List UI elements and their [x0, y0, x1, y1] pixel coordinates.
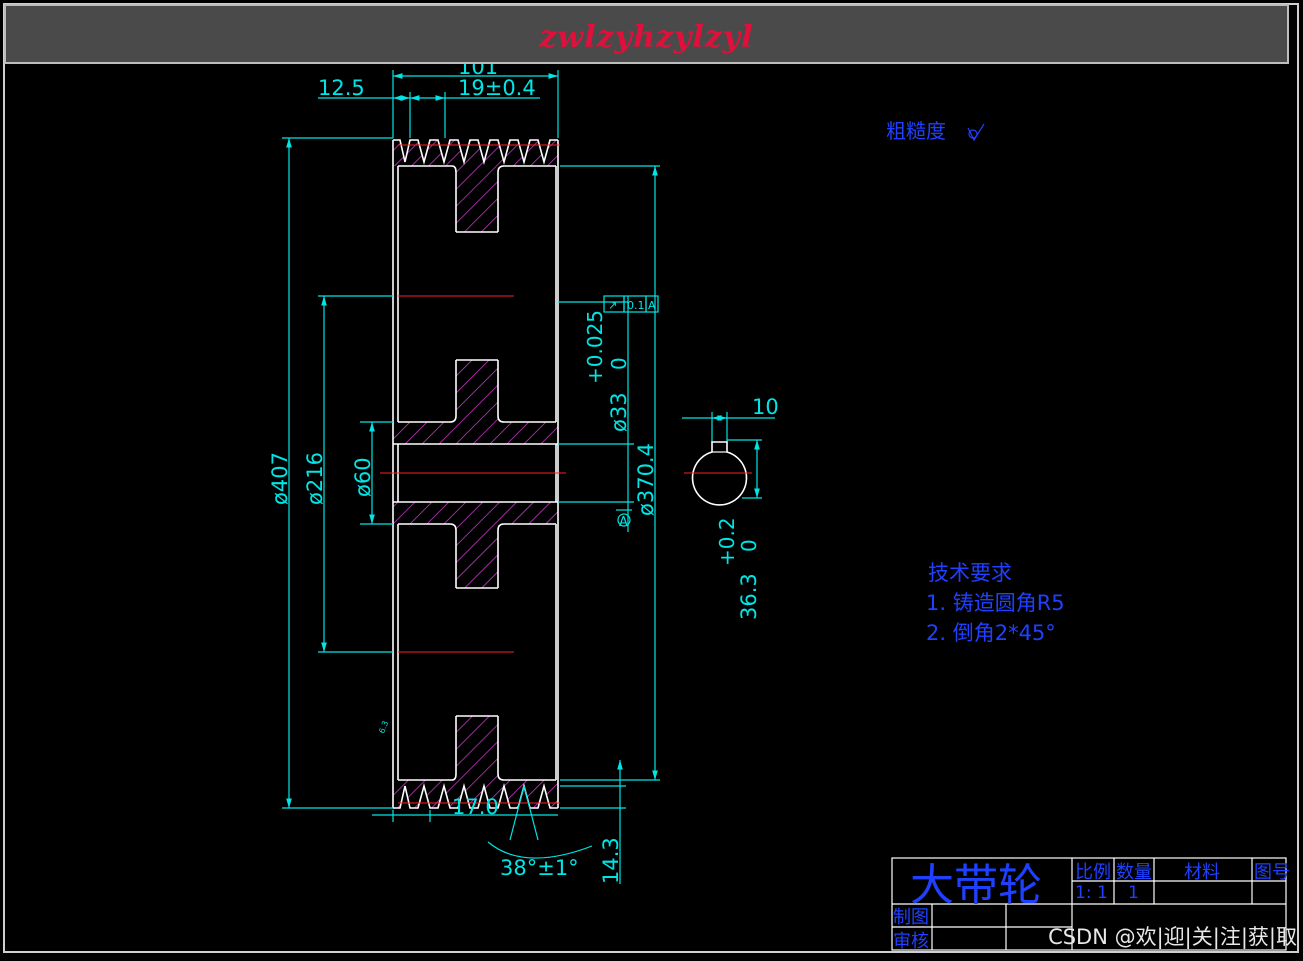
technical-notes: 技术要求 1. 铸造圆角R5 2. 倒角2*45°: [926, 561, 1065, 645]
key-tol-lower: 0: [737, 539, 761, 552]
checked-label: 审核: [893, 931, 929, 952]
pulley-outline: [392, 139, 559, 809]
qty-label: 数量: [1116, 862, 1152, 883]
dim-key-width: 10: [752, 395, 779, 419]
dim-groove-depth: 14.3: [599, 837, 623, 884]
tol-frame-value: 0.1: [627, 299, 645, 312]
banner-text: zwlzyhzylzyl: [539, 20, 754, 55]
dim-groove-pitch: 19±0.4: [458, 76, 536, 100]
bore-tol-lower: 0: [607, 357, 631, 370]
tol-frame-datum: A: [648, 299, 656, 312]
center-lines: [380, 144, 566, 804]
notes-title: 技术要求: [928, 561, 1012, 585]
dim-dia-216: ø216: [303, 452, 327, 505]
key-tol-upper: +0.2: [715, 517, 739, 566]
pulley-section: [380, 139, 566, 809]
dim-dia-bore: ø33: [607, 392, 631, 432]
roughness-legend: 粗糙度: [886, 119, 985, 143]
roughness-icon: [967, 123, 985, 142]
drawn-label: 制图: [893, 907, 929, 928]
scale-value: 1: 1: [1075, 883, 1108, 903]
notes-item-1: 1. 铸造圆角R5: [926, 591, 1065, 615]
dim-groove-angle: 38°±1°: [500, 856, 579, 880]
drawing-no-label: 图号: [1254, 862, 1290, 883]
keyway-section: [684, 441, 752, 506]
dim-dia-60: ø60: [351, 457, 375, 497]
dim-dia-pitch: ø370.4: [634, 443, 658, 516]
roughness-label: 粗糙度: [886, 119, 946, 143]
dim-dia-outer: ø407: [268, 452, 292, 505]
datum-label: A: [619, 515, 628, 530]
dim-key-depth: 36.3: [737, 573, 761, 620]
dimension-texts: 101 12.5 19±0.4 ø407 ø216 ø60 ø33 +0.025…: [268, 55, 779, 884]
drawing-svg: 10 1 12.5 19±0.4 ø407 ø216 ø60 ø33 +0.025…: [3, 3, 1299, 953]
dim-bottom-width: 17.0: [452, 795, 499, 819]
cad-canvas: 10 1 12.5 19±0.4 ø407 ø216 ø60 ø33 +0.025…: [0, 0, 1303, 957]
notes-item-2: 2. 倒角2*45°: [926, 621, 1056, 645]
title-banner: zwlzyhzylzyl: [4, 4, 1289, 64]
bore-tol-upper: +0.025: [583, 310, 607, 384]
part-roughness-symbol: 6.3: [377, 720, 390, 735]
scale-label: 比例: [1075, 862, 1111, 883]
watermark: CSDN @欢|迎|关|注|获|取: [1048, 925, 1297, 949]
hatched-areas: [393, 140, 558, 808]
dim-groove-offset: 12.5: [318, 76, 365, 100]
tol-frame-symbol: ↗: [608, 299, 617, 312]
qty-value: 1: [1128, 883, 1139, 903]
material-label: 材料: [1184, 862, 1220, 883]
part-name: 大带轮: [910, 860, 1042, 911]
